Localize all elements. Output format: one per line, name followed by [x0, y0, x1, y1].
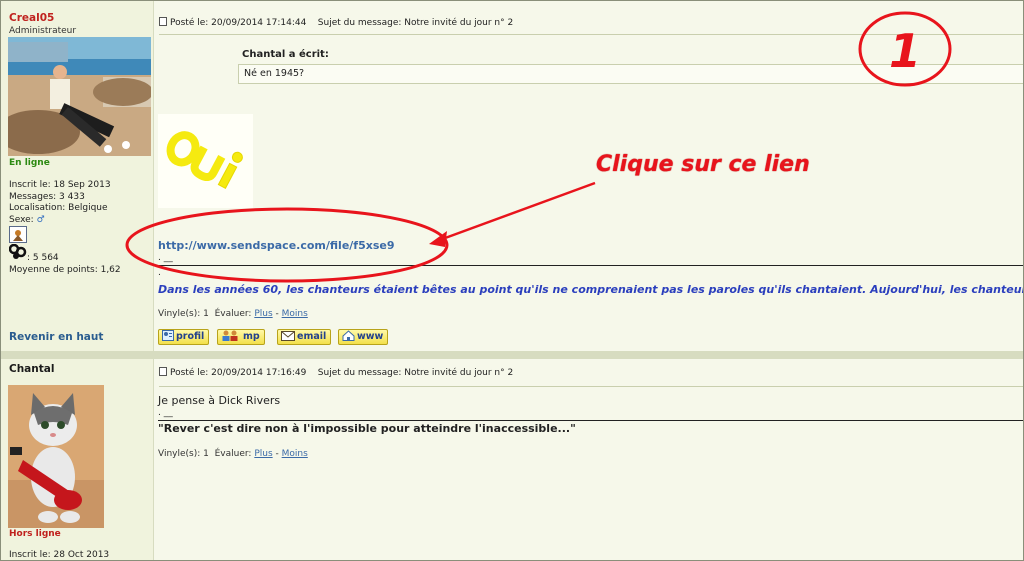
annotation-overlay: 1 — [125, 11, 952, 283]
annotation-instruction: Clique sur ce lien — [596, 152, 810, 177]
arrow-line — [436, 181, 596, 243]
step-number: 1 — [889, 24, 921, 78]
forum-page: Creal05 Administrateur En ligne Inscrit … — [0, 0, 1024, 561]
highlight-ellipse — [125, 207, 449, 283]
